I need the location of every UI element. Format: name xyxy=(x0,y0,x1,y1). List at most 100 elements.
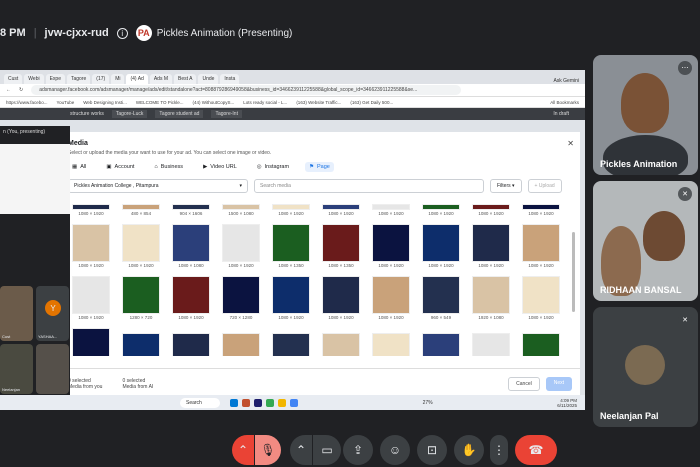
media-thumbnail[interactable] xyxy=(368,322,414,356)
media-thumbnail[interactable]: 1920 × 1080 xyxy=(468,270,514,320)
app-icon[interactable] xyxy=(289,398,298,407)
media-thumbnail[interactable]: 960 × 549 xyxy=(418,270,464,320)
more-options-icon[interactable]: ⋯ xyxy=(678,61,692,75)
mic-off-button[interactable]: 🎙 xyxy=(255,435,281,465)
media-thumbnail[interactable]: 904 × 1606 xyxy=(168,200,214,216)
media-thumbnail[interactable]: 1080 × 1080 xyxy=(168,218,214,268)
browser-tab[interactable]: Best A xyxy=(174,74,197,84)
filter-page[interactable]: ⚑ Page xyxy=(305,162,334,172)
media-thumbnail[interactable] xyxy=(218,322,264,356)
bookmark[interactable]: WELCOME TO Pickle... xyxy=(136,100,184,105)
media-thumbnail[interactable]: 1080 × 1920 xyxy=(468,200,514,216)
raise-hand-button[interactable]: ✋ xyxy=(454,435,484,465)
media-thumbnail[interactable]: 1080 × 1920 xyxy=(418,218,464,268)
media-thumbnail[interactable] xyxy=(268,322,314,356)
participant-tile-neelanjan[interactable]: ✕ Neelanjan Pal xyxy=(593,307,698,427)
participant-tile-ridhaan[interactable]: ✕ RIDHAAN BANSAL xyxy=(593,181,698,301)
crumb-campaign[interactable]: Tagore-Luck xyxy=(111,110,148,118)
filter-account[interactable]: ▣ Account xyxy=(102,162,138,172)
emoji-reaction-button[interactable]: ☺ xyxy=(380,435,410,465)
media-thumbnail[interactable]: 1080 × 1920 xyxy=(318,200,364,216)
browser-tab-active[interactable]: (4) Ad xyxy=(126,74,148,84)
bookmark[interactable]: https://www.facebo... xyxy=(6,100,48,105)
filter-instagram[interactable]: ◎ Instagram xyxy=(253,162,293,172)
media-thumbnail[interactable]: 1080 × 1920 xyxy=(368,218,414,268)
ask-gemini-button[interactable]: Ask Gemini xyxy=(553,78,579,84)
bookmark[interactable]: (44) WithoutCopyS... xyxy=(193,100,235,105)
address-input[interactable]: adsmanager.facebook.com/adsmanager/manag… xyxy=(31,85,462,95)
browser-tab[interactable]: Ads M xyxy=(149,74,172,84)
close-icon[interactable]: ✕ xyxy=(567,139,574,148)
media-thumbnail[interactable]: 1080 × 1920 xyxy=(68,270,114,320)
end-call-button[interactable]: ☎ xyxy=(515,435,557,465)
media-thumbnail[interactable]: 1080 × 1350 xyxy=(268,218,314,268)
media-thumbnail[interactable] xyxy=(468,322,514,356)
media-thumbnail[interactable]: 1080 × 1920 xyxy=(368,270,414,320)
media-thumbnail[interactable]: 1080 × 1920 xyxy=(418,200,464,216)
camera-button[interactable]: ▭ xyxy=(313,435,341,465)
filters-button[interactable]: Filters ▾ xyxy=(490,179,522,193)
back-icon[interactable]: ← xyxy=(6,87,11,93)
bookmark[interactable]: (163) Website Traffic... xyxy=(296,100,341,105)
app-icon[interactable] xyxy=(253,398,262,407)
media-thumbnail[interactable]: 1080 × 1920 xyxy=(318,270,364,320)
crumb-ad[interactable]: Tagore-Int xyxy=(211,110,242,118)
media-thumbnail[interactable]: 1080 × 1920 xyxy=(518,218,564,268)
cancel-button[interactable]: Cancel xyxy=(508,376,540,391)
info-icon[interactable]: i xyxy=(116,27,128,39)
media-thumbnail[interactable]: 1080 × 1350 xyxy=(318,218,364,268)
browser-tab[interactable]: Mi xyxy=(111,74,125,84)
all-bookmarks[interactable]: All Bookmarks xyxy=(550,100,579,105)
media-thumbnail[interactable] xyxy=(518,322,564,356)
media-thumbnail[interactable] xyxy=(318,322,364,356)
media-thumbnail[interactable]: 1080 × 1920 xyxy=(68,218,114,268)
crumb-adset[interactable]: Tagore student ad xyxy=(155,110,204,118)
page-select[interactable]: Pickles Animation College , Pitampura ▾ xyxy=(68,179,248,193)
more-options-icon[interactable]: ⋮ xyxy=(490,435,508,465)
search-media-input[interactable]: Search media xyxy=(254,179,484,193)
filter-video-url[interactable]: ▶ Video URL xyxy=(199,162,241,172)
bookmark[interactable]: Lots ready social - L... xyxy=(243,100,287,105)
filter-business[interactable]: ⌂ Business xyxy=(150,162,187,172)
next-button[interactable]: Next xyxy=(545,376,572,391)
media-thumbnail[interactable]: 480 × 854 xyxy=(118,200,164,216)
folder-icon[interactable] xyxy=(277,398,286,407)
captions-button[interactable]: ⊡ xyxy=(417,435,447,465)
bookmark[interactable]: Web Designing Insti... xyxy=(83,100,127,105)
media-thumbnail[interactable]: 1080 × 1920 xyxy=(118,218,164,268)
media-thumbnail[interactable]: 1080 × 1920 xyxy=(518,200,564,216)
participant-tile-pickles[interactable]: ⋯ Pickles Animation xyxy=(593,55,698,175)
scrollbar[interactable] xyxy=(572,232,575,312)
app-icon[interactable] xyxy=(241,398,250,407)
media-thumbnail[interactable] xyxy=(168,322,214,356)
camera-options-chevron-up-icon[interactable]: ⌃ xyxy=(290,435,312,465)
media-thumbnail[interactable]: 720 × 1280 xyxy=(218,270,264,320)
media-thumbnail[interactable]: 1280 × 720 xyxy=(118,270,164,320)
media-thumbnail[interactable]: 1080 × 1920 xyxy=(218,218,264,268)
media-thumbnail[interactable]: 1080 × 1920 xyxy=(268,200,314,216)
bookmark[interactable]: (163) Get Daily 500... xyxy=(350,100,393,105)
browser-tab[interactable]: Unde xyxy=(198,74,219,84)
browser-tab[interactable]: (17) xyxy=(92,74,110,84)
filter-all[interactable]: ▦ All xyxy=(68,162,90,172)
media-thumbnail[interactable]: 1080 × 1920 xyxy=(368,200,414,216)
browser-tab[interactable]: Webi xyxy=(24,74,44,84)
browser-tab[interactable]: Insta xyxy=(220,74,240,84)
media-thumbnail[interactable] xyxy=(418,322,464,356)
media-thumbnail[interactable] xyxy=(118,322,164,356)
media-thumbnail[interactable]: 1080 × 1920 xyxy=(268,270,314,320)
browser-tab[interactable]: Cust xyxy=(4,74,23,84)
media-thumbnail[interactable]: 1080 × 1920 xyxy=(468,218,514,268)
browser-tab[interactable]: Expe xyxy=(45,74,65,84)
taskbar-search[interactable]: Search xyxy=(180,397,220,408)
media-thumbnail[interactable]: 1080 × 1920 xyxy=(68,322,114,356)
upload-button[interactable]: + Upload xyxy=(527,179,562,193)
browser-tab[interactable]: Tagore xyxy=(67,74,91,84)
media-thumbnail[interactable]: 1080 × 1920 xyxy=(518,270,564,320)
bookmark[interactable]: YouTube xyxy=(57,100,75,105)
reload-icon[interactable]: ↻ xyxy=(19,87,23,93)
present-screen-button[interactable]: ⇪ xyxy=(343,435,373,465)
media-thumbnail[interactable]: 1080 × 1920 xyxy=(168,270,214,320)
app-icon[interactable] xyxy=(229,398,238,407)
media-thumbnail[interactable]: 1080 × 1920 xyxy=(68,200,114,216)
